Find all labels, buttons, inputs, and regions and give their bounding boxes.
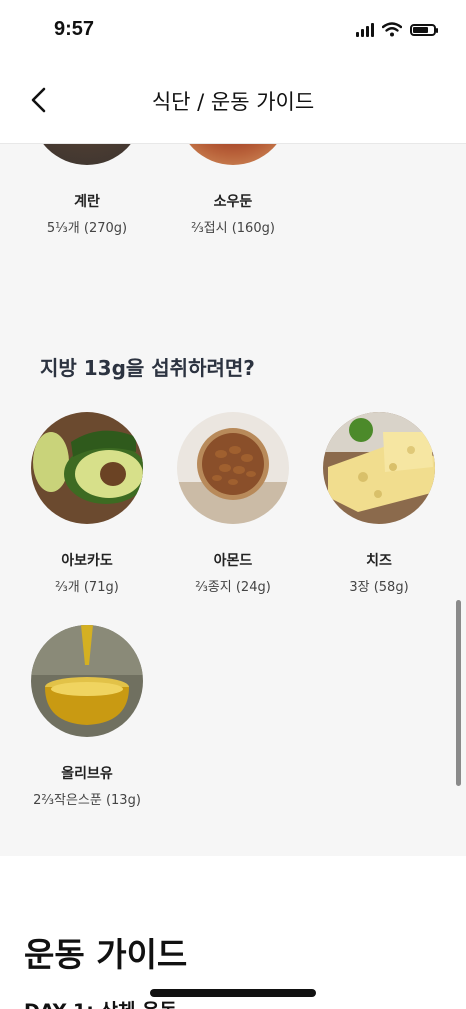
status-bar: 9:57 xyxy=(0,0,466,60)
food-name: 아보카도 xyxy=(61,553,113,569)
wifi-icon xyxy=(382,22,402,37)
status-time: 9:57 xyxy=(54,18,95,40)
food-item-beef[interactable]: 소우둔 ⅔접시 (160g) xyxy=(163,144,303,236)
page-title: 식단 / 운동 가이드 xyxy=(151,90,315,114)
food-item-almond[interactable]: 아몬드 ⅔종지 (24g) xyxy=(163,412,303,595)
almonds-photo xyxy=(177,412,289,524)
food-amount: 5⅓개 (270g) xyxy=(46,221,128,236)
exercise-guide-title: 운동 가이드 xyxy=(24,935,188,974)
food-amount: 3장 (58g) xyxy=(349,580,409,595)
food-item-eggs[interactable]: 계란 5⅓개 (270g) xyxy=(17,144,157,236)
food-name: 계란 xyxy=(74,194,100,210)
food-name: 올리브유 xyxy=(61,766,113,782)
food-name: 소우둔 xyxy=(213,194,253,210)
exercise-section: 운동 가이드 DAY 1: 상체 운동 xyxy=(0,856,466,1009)
avocado-photo xyxy=(31,412,143,524)
signal-icon xyxy=(356,22,374,37)
nav-bar: 식단 / 운동 가이드 xyxy=(0,60,466,144)
beef-round-photo xyxy=(177,144,289,165)
battery-icon xyxy=(410,23,438,36)
food-item-avocado[interactable]: 아보카도 ⅔개 (71g) xyxy=(17,412,157,595)
cheese-photo xyxy=(323,412,435,524)
section-title-fat: 지방 13g을 섭취하려면? xyxy=(40,356,255,380)
food-amount: ⅔종지 (24g) xyxy=(195,580,271,595)
home-indicator xyxy=(150,989,316,997)
food-amount: 2⅔작은스푼 (13g) xyxy=(33,793,141,808)
food-item-olive-oil[interactable]: 올리브유 2⅔작은스푼 (13g) xyxy=(17,625,157,808)
day-title: DAY 1: 상체 운동 xyxy=(24,996,177,1009)
scroll-indicator xyxy=(456,600,461,786)
food-item-cheese[interactable]: 치즈 3장 (58g) xyxy=(309,412,449,595)
food-amount: ⅔개 (71g) xyxy=(55,580,119,595)
food-name: 아몬드 xyxy=(213,553,253,569)
food-name: 치즈 xyxy=(366,553,392,569)
olive-oil-photo xyxy=(31,625,143,737)
status-icons xyxy=(356,22,438,37)
food-amount: ⅔접시 (160g) xyxy=(191,221,275,236)
content-scroll-area[interactable]: 계란 5⅓개 (270g) 소우둔 ⅔접시 (160g) 지방 13g을 섭취하… xyxy=(0,144,466,1009)
eggs-photo xyxy=(31,144,143,165)
